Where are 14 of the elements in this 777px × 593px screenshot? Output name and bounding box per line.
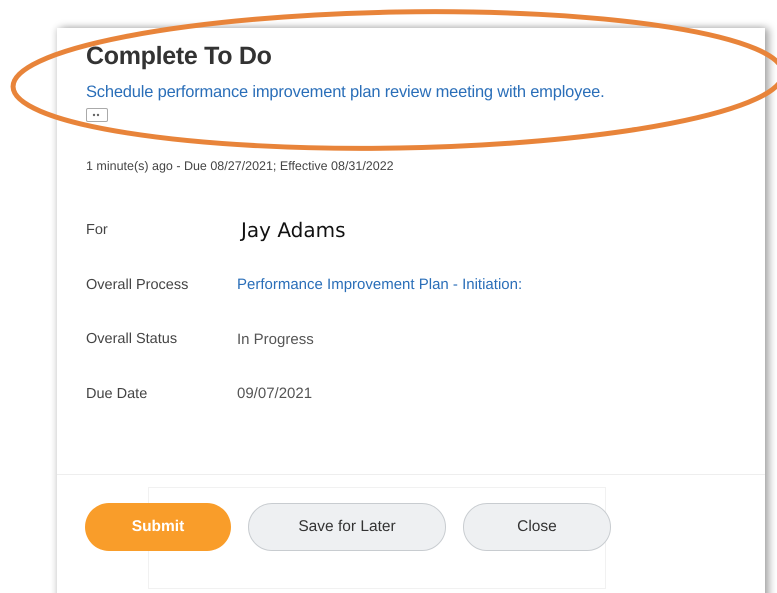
- field-value: 09/07/2021: [237, 385, 312, 402]
- page-title: Complete To Do: [86, 42, 272, 71]
- field-label: Overall Process: [86, 276, 190, 293]
- field-label: Overall Status: [86, 331, 178, 348]
- action-button[interactable]: Close: [463, 503, 611, 551]
- action-button[interactable]: Save for Later: [248, 503, 446, 551]
- process-link[interactable]: Performance Improvement Plan - Initiation:: [237, 276, 522, 294]
- timestamp-text: 1 minute(s) ago - Due 08/27/2021; Effective 08/31/2022: [86, 159, 395, 173]
- more-icon[interactable]: [86, 108, 108, 122]
- field-label: For: [86, 222, 109, 238]
- task-link[interactable]: Schedule performance improvement plan review meeting with employee.: [86, 83, 605, 102]
- field-value: Jay Adams: [241, 218, 346, 242]
- field-label: Due Date: [86, 386, 148, 402]
- field-value: In Progress: [237, 330, 314, 348]
